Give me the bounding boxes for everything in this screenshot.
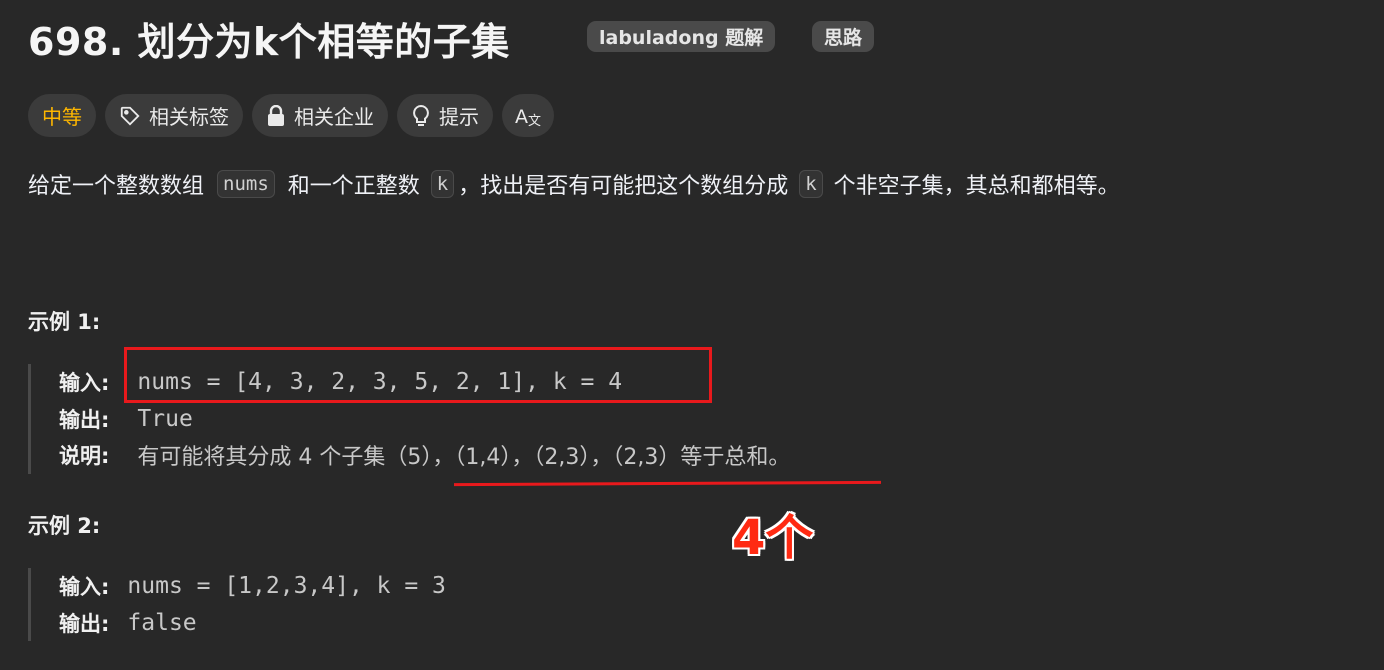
tag-bar: 中等 相关标签 相关企业 提示 A 文 [28, 94, 554, 137]
translate-button[interactable]: A 文 [502, 94, 554, 137]
desc-text-1: 给定一个整数数组 [28, 174, 211, 199]
example-2-output: 输出: false [59, 605, 446, 642]
code-k: k [430, 170, 455, 198]
desc-text-4: 个非空子集，其总和都相等。 [826, 174, 1120, 199]
related-tags-button[interactable]: 相关标签 [105, 94, 243, 137]
svg-text:文: 文 [528, 114, 541, 128]
example-2-block: 输入: nums = [1,2,3,4], k = 3 输出: false [28, 568, 446, 641]
difficulty-label: 中等 [42, 105, 82, 129]
title-row: 698. 划分为k个相等的子集 [28, 12, 510, 64]
annotation-label: 4个 [732, 510, 814, 566]
output-label: 输出: [59, 611, 110, 636]
explain-value: 有可能将其分成 4 个子集（5），（1,4），（2,3），（2,3）等于总和。 [137, 445, 791, 471]
related-companies-button[interactable]: 相关企业 [252, 94, 388, 137]
difficulty-badge[interactable]: 中等 [28, 94, 96, 137]
input-label: 输入: [59, 371, 110, 396]
desc-text-3: ，找出是否有可能把这个数组分成 [458, 174, 796, 199]
lightbulb-icon [411, 104, 431, 128]
svg-text:A: A [515, 106, 528, 128]
explain-label: 说明: [59, 444, 110, 469]
related-companies-label: 相关企业 [294, 105, 374, 129]
example-1-output: 输出: True [59, 401, 790, 438]
hint-label: 提示 [439, 105, 479, 129]
lock-icon [266, 104, 286, 127]
example-1-explain: 说明: 有可能将其分成 4 个子集（5），（1,4），（2,3），（2,3）等于… [59, 437, 790, 474]
problem-title: 698. 划分为k个相等的子集 [28, 19, 510, 64]
related-tags-label: 相关标签 [149, 105, 229, 129]
subsets-underline [453, 480, 882, 487]
code-k-2: k [799, 170, 823, 198]
code-nums: nums [217, 170, 275, 198]
solution-link[interactable]: labuladong 题解 [587, 21, 776, 52]
example-2-input: 输入: nums = [1,2,3,4], k = 3 [59, 568, 446, 605]
input-highlight-box [124, 347, 712, 403]
translate-icon: A 文 [514, 104, 542, 128]
problem-description: 给定一个整数数组 nums 和一个正整数 k ，找出是否有可能把这个数组分成 k… [28, 168, 1120, 200]
output-value: True [137, 405, 193, 432]
tag-icon [119, 105, 141, 127]
input-label: 输入: [59, 575, 110, 600]
example-2-title: 示例 2: [28, 514, 101, 538]
idea-link[interactable]: 思路 [812, 21, 875, 52]
hint-button[interactable]: 提示 [397, 94, 493, 137]
output-label: 输出: [59, 407, 110, 432]
output-value: false [127, 609, 197, 636]
example-1-title: 示例 1: [28, 310, 101, 334]
input-value: nums = [1,2,3,4], k = 3 [127, 573, 446, 600]
desc-text-2: 和一个正整数 [280, 174, 427, 199]
